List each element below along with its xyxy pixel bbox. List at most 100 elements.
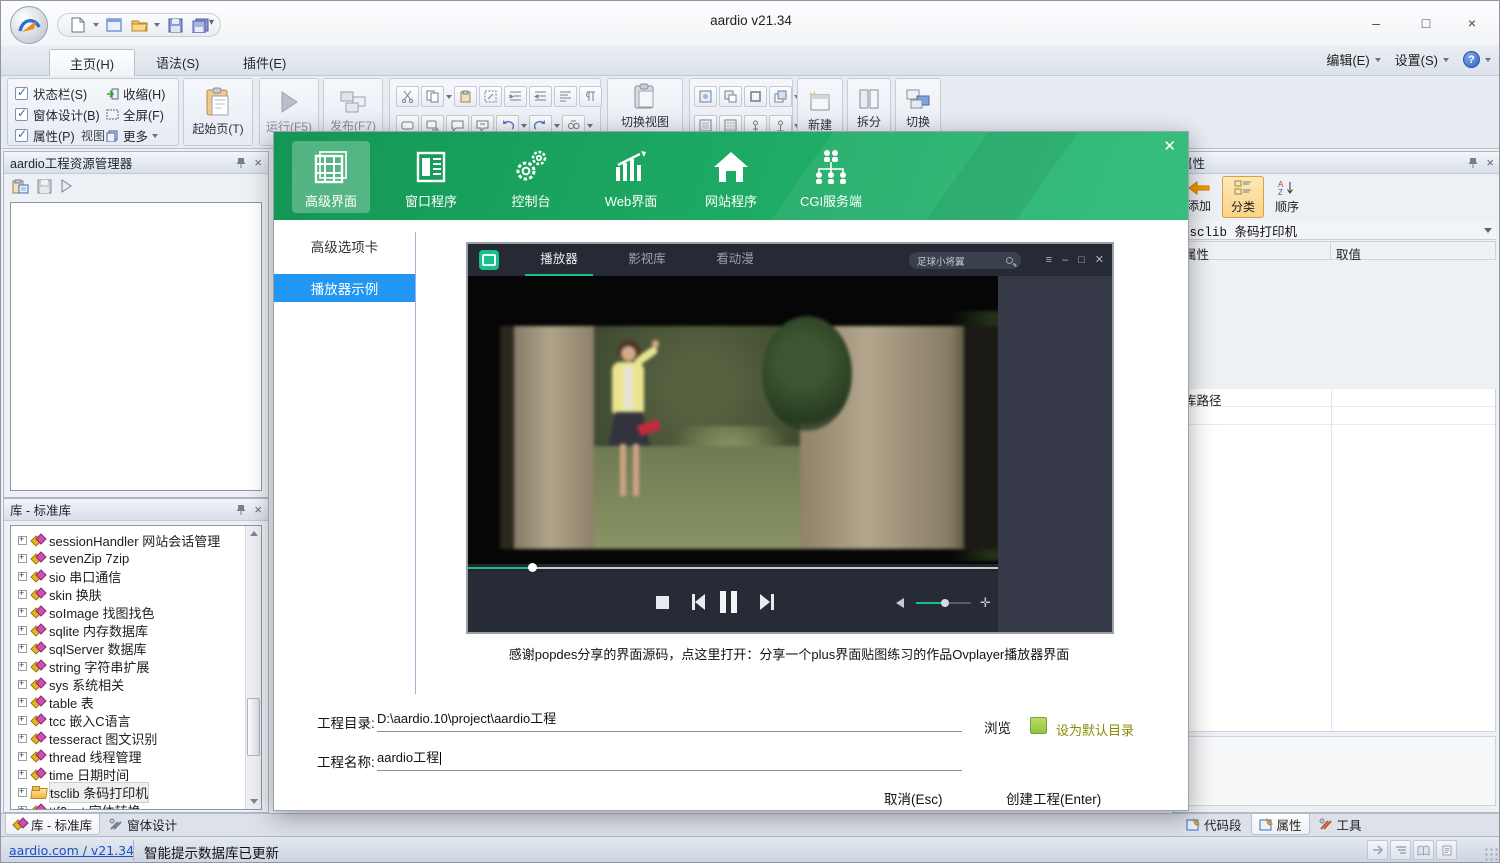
previous-icon[interactable] bbox=[695, 594, 705, 610]
list-item[interactable]: string 字符串扩展 bbox=[11, 657, 261, 675]
invisibles-icon[interactable] bbox=[579, 86, 602, 107]
expander-plus-icon[interactable] bbox=[18, 680, 27, 689]
list-item[interactable]: tcc 嵌入C语言 bbox=[11, 711, 261, 729]
scroll-down-icon[interactable] bbox=[248, 796, 259, 807]
list-item[interactable]: sessionHandler 网站会话管理 bbox=[11, 531, 261, 549]
list-item[interactable]: thread 线程管理 bbox=[11, 747, 261, 765]
set-default-checkbox[interactable] bbox=[1030, 717, 1047, 734]
type-cgi-server[interactable]: CGI服务端 bbox=[792, 141, 870, 213]
volume-thumb[interactable] bbox=[941, 599, 949, 607]
next-icon[interactable] bbox=[760, 594, 770, 610]
tab-home[interactable]: 主页(H) bbox=[49, 49, 135, 76]
list-item[interactable]: skin 换肤 bbox=[11, 585, 261, 603]
list-item[interactable]: sevenZip 7zip bbox=[11, 549, 261, 567]
list-item[interactable]: sqlServer 数据库 bbox=[11, 639, 261, 657]
classify-button[interactable]: 分类 bbox=[1222, 176, 1264, 218]
menu-settings[interactable]: 设置(S) bbox=[1395, 50, 1449, 69]
cut-icon[interactable] bbox=[396, 86, 419, 107]
player-tab-anime[interactable]: 看动漫 bbox=[691, 244, 779, 276]
expander-plus-icon[interactable] bbox=[18, 752, 27, 761]
type-web-ui[interactable]: Web界面 bbox=[592, 141, 670, 213]
tab-snippets[interactable]: 代码段 bbox=[1179, 814, 1249, 835]
seek-thumb[interactable] bbox=[528, 563, 537, 572]
example-caption[interactable]: 感谢popdes分享的界面源码，点这里打开：分享一个plus界面贴图练习的作品O… bbox=[424, 644, 1154, 663]
resize-grip[interactable] bbox=[1485, 848, 1499, 862]
close-icon[interactable]: ✕ bbox=[1163, 137, 1176, 155]
player-tab-player[interactable]: 播放器 bbox=[515, 244, 603, 276]
aardio-site-link[interactable]: aardio.com / v21.34 bbox=[9, 843, 134, 858]
expander-plus-icon[interactable] bbox=[18, 554, 27, 563]
import-icon[interactable] bbox=[12, 179, 29, 194]
project-name-input[interactable]: aardio工程 bbox=[377, 747, 962, 771]
expander-plus-icon[interactable] bbox=[18, 644, 27, 653]
statusbar-checkbox[interactable]: 状态栏(S) bbox=[15, 83, 100, 104]
maximize-button[interactable]: □ bbox=[1411, 11, 1441, 35]
scroll-up-icon[interactable] bbox=[248, 528, 259, 539]
save-icon[interactable] bbox=[37, 179, 52, 194]
property-row[interactable]: 库路径 bbox=[1179, 389, 1495, 407]
expander-plus-icon[interactable] bbox=[18, 806, 27, 811]
list-item[interactable]: sys 系统相关 bbox=[11, 675, 261, 693]
fullscreen-button[interactable]: 全屏(F) bbox=[106, 104, 165, 125]
tab-syntax[interactable]: 语法(S) bbox=[136, 49, 219, 76]
panel-close-icon[interactable]: × bbox=[1486, 155, 1494, 170]
list-item[interactable]: tesseract 图文识别 bbox=[11, 729, 261, 747]
list-item[interactable]: sqlite 内存数据库 bbox=[11, 621, 261, 639]
column-header-name[interactable]: 属性 bbox=[1179, 242, 1331, 259]
pin-icon[interactable] bbox=[236, 157, 246, 169]
list-item[interactable]: time 日期时间 bbox=[11, 765, 261, 783]
volume-icon[interactable] bbox=[896, 598, 904, 608]
expander-plus-icon[interactable] bbox=[18, 770, 27, 779]
tab-plugins[interactable]: 插件(E) bbox=[223, 49, 306, 76]
format-icon[interactable] bbox=[479, 86, 502, 107]
cancel-button[interactable]: 取消(Esc) bbox=[884, 788, 943, 808]
document-icon[interactable] bbox=[1436, 840, 1457, 860]
goto-icon[interactable] bbox=[1367, 840, 1388, 860]
help-button[interactable]: ? bbox=[1463, 51, 1491, 68]
column-header-value[interactable]: 取值 bbox=[1331, 242, 1366, 259]
collapse-button[interactable]: 收缩(H) bbox=[106, 83, 165, 104]
control-icon[interactable] bbox=[694, 86, 717, 107]
expander-plus-icon[interactable] bbox=[18, 716, 27, 725]
menu-edit[interactable]: 编辑(E) bbox=[1326, 50, 1380, 69]
tab-properties[interactable]: 属性 bbox=[1251, 814, 1310, 835]
list-item[interactable]: sio 串口通信 bbox=[11, 567, 261, 585]
create-project-button[interactable]: 创建工程(Enter) bbox=[1006, 788, 1101, 808]
nav-advanced-tab-example[interactable]: 高级选项卡 bbox=[274, 232, 415, 260]
pin-icon[interactable] bbox=[1468, 157, 1478, 169]
video-area[interactable] bbox=[468, 276, 998, 564]
expander-plus-icon[interactable] bbox=[18, 572, 27, 581]
expander-plus-icon[interactable] bbox=[18, 788, 27, 797]
player-tab-library[interactable]: 影视库 bbox=[603, 244, 691, 276]
project-dir-input[interactable]: D:\aardio.10\project\aardio工程 bbox=[377, 708, 962, 732]
type-console[interactable]: 控制台 bbox=[492, 141, 570, 213]
panel-close-icon[interactable]: × bbox=[254, 502, 262, 517]
project-tree-empty[interactable] bbox=[10, 202, 262, 491]
vertical-scrollbar[interactable] bbox=[245, 526, 261, 809]
expander-plus-icon[interactable] bbox=[18, 662, 27, 671]
nav-player-example[interactable]: 播放器示例 bbox=[274, 274, 415, 302]
order-button[interactable]: AZ 顺序 bbox=[1266, 176, 1308, 218]
expander-plus-icon[interactable] bbox=[18, 536, 27, 545]
player-close-icon[interactable]: ✕ bbox=[1095, 253, 1104, 266]
expander-plus-icon[interactable] bbox=[18, 608, 27, 617]
outdent-icon[interactable] bbox=[529, 86, 552, 107]
stop-icon[interactable] bbox=[656, 596, 669, 609]
player-menu-icon[interactable]: ≡ bbox=[1046, 254, 1052, 266]
list-item[interactable]: soImage 找图找色 bbox=[11, 603, 261, 621]
player-search-box[interactable]: 足球小将翼 bbox=[909, 252, 1021, 269]
minimize-button[interactable]: – bbox=[1361, 11, 1391, 35]
outline-icon[interactable] bbox=[1390, 840, 1411, 860]
expander-plus-icon[interactable] bbox=[18, 626, 27, 635]
fullscreen-icon[interactable]: ✛ bbox=[980, 596, 993, 609]
paste-icon[interactable] bbox=[454, 86, 477, 107]
scrollbar-thumb[interactable] bbox=[247, 698, 260, 756]
player-minimize-icon[interactable]: – bbox=[1062, 254, 1068, 266]
layer-icon[interactable] bbox=[769, 86, 792, 107]
expander-plus-icon[interactable] bbox=[18, 590, 27, 599]
layout-icon[interactable] bbox=[719, 86, 742, 107]
run-icon[interactable] bbox=[60, 179, 72, 193]
pin-icon[interactable] bbox=[236, 504, 246, 516]
player-maximize-icon[interactable]: □ bbox=[1078, 254, 1085, 266]
next-icon[interactable] bbox=[771, 594, 774, 610]
